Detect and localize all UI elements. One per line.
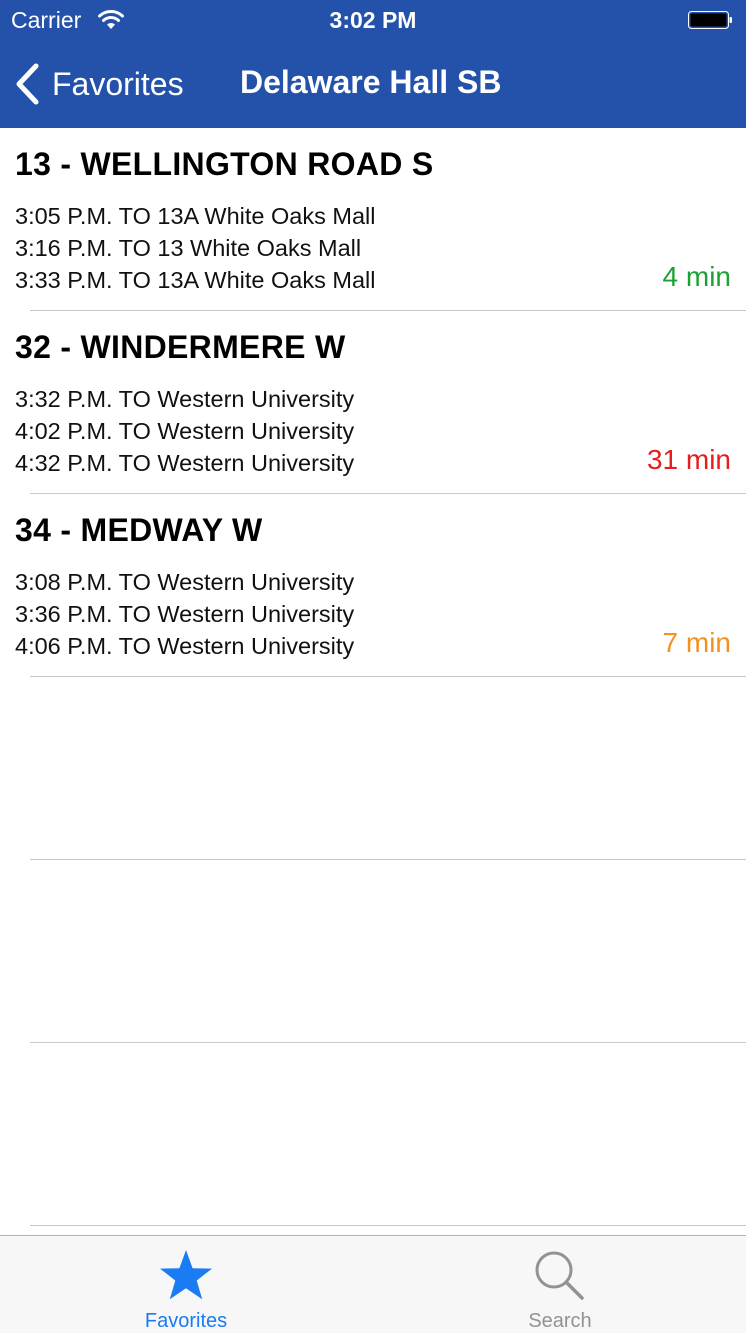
route-title: 13 - WELLINGTON ROAD S <box>15 146 434 182</box>
route-title: 32 - WINDERMERE W <box>15 329 346 365</box>
tab-bar: Favorites Search <box>0 1235 746 1333</box>
tab-search-label: Search <box>528 1310 592 1332</box>
battery-icon <box>688 11 732 29</box>
eta-label: 7 min <box>662 627 731 658</box>
back-button-label: Favorites <box>52 65 184 102</box>
departure-time: 3:36 P.M. TO Western University <box>15 601 355 627</box>
route-row[interactable]: 13 - WELLINGTON ROAD S 3:05 P.M. TO 13A … <box>15 128 746 311</box>
chevron-left-icon <box>16 63 39 105</box>
route-title: 34 - MEDWAY W <box>15 512 263 548</box>
route-row[interactable]: 34 - MEDWAY W 3:08 P.M. TO Western Unive… <box>15 494 746 677</box>
eta-label: 4 min <box>662 261 731 292</box>
route-list: 13 - WELLINGTON ROAD S 3:05 P.M. TO 13A … <box>0 128 746 1226</box>
departure-time: 3:05 P.M. TO 13A White Oaks Mall <box>15 203 376 229</box>
status-time: 3:02 PM <box>329 7 417 33</box>
tab-search[interactable]: Search <box>460 1236 660 1333</box>
page-title: Delaware Hall SB <box>240 64 502 100</box>
departure-time: 3:08 P.M. TO Western University <box>15 569 355 595</box>
departure-time: 3:33 P.M. TO 13A White Oaks Mall <box>15 267 376 293</box>
eta-label: 31 min <box>646 444 731 475</box>
route-row[interactable]: 32 - WINDERMERE W 3:32 P.M. TO Western U… <box>15 311 746 494</box>
tab-favorites-label: Favorites <box>144 1310 228 1332</box>
departure-time: 4:02 P.M. TO Western University <box>15 418 355 444</box>
star-icon <box>160 1250 212 1300</box>
back-button[interactable]: Favorites <box>14 62 184 106</box>
status-bar: Carrier 3:02 PM <box>0 0 746 40</box>
magnifier-icon <box>535 1251 584 1300</box>
empty-row <box>30 1043 746 1226</box>
departure-time: 4:06 P.M. TO Western University <box>15 633 355 659</box>
navigation-bar: Favorites Delaware Hall SB <box>0 40 746 128</box>
empty-row <box>30 677 746 860</box>
departure-time: 3:32 P.M. TO Western University <box>15 386 355 412</box>
header-bar: Carrier 3:02 PM Favorites Delaware Hall … <box>0 0 746 128</box>
departure-time: 3:16 P.M. TO 13 White Oaks Mall <box>15 235 362 261</box>
departure-time: 4:32 P.M. TO Western University <box>15 450 355 476</box>
tab-favorites[interactable]: Favorites <box>86 1236 286 1333</box>
empty-row <box>30 860 746 1043</box>
